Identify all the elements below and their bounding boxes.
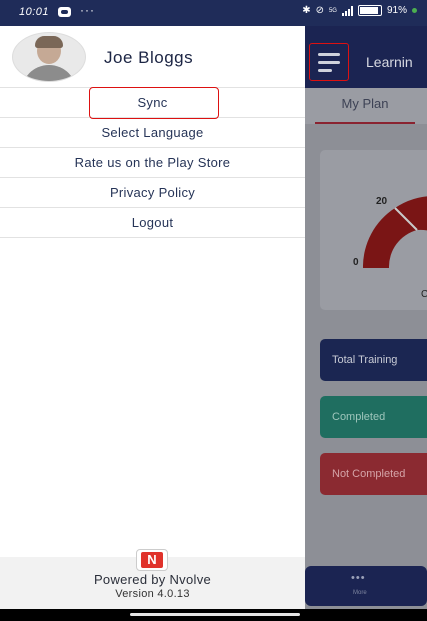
menu-item-select-language[interactable]: Select Language xyxy=(0,117,305,147)
tab-my-plan[interactable]: My Plan xyxy=(315,88,415,124)
bluetooth-icon: ✱ xyxy=(302,5,311,16)
system-nav-bar xyxy=(0,609,427,621)
status-time: 10:01 xyxy=(19,6,50,18)
avatar-hair xyxy=(35,36,63,48)
menu-item-rate-us[interactable]: Rate us on the Play Store xyxy=(0,147,305,177)
mute-icon: ⊘ xyxy=(315,5,324,16)
powered-by-text: Powered by Nvolve xyxy=(93,572,212,587)
battery-percent: 91% xyxy=(386,5,407,16)
tab-bar: My Plan xyxy=(305,88,427,124)
profile-header: Joe Bloggs xyxy=(0,26,305,88)
menu-item-logout[interactable]: Logout xyxy=(0,207,305,238)
home-gesture-bar[interactable] xyxy=(130,613,300,616)
total-training-card[interactable]: Total Training xyxy=(320,339,427,381)
more-dots-icon: ••• xyxy=(351,572,366,584)
menu-item-label: Privacy Policy xyxy=(109,185,196,200)
status-icons: ✱ ⊘ 5G 91% xyxy=(302,5,417,16)
gauge-label-20: 20 xyxy=(376,196,388,207)
chat-icon xyxy=(58,7,71,17)
avatar-icon xyxy=(12,32,86,82)
gauge-label-c: C xyxy=(421,289,427,300)
menu-item-sync[interactable]: Sync xyxy=(0,87,305,117)
user-name: Joe Bloggs xyxy=(104,48,194,67)
hamburger-menu-icon xyxy=(318,53,340,56)
menu-item-label: Select Language xyxy=(101,125,204,140)
status-more-dots: ··· xyxy=(80,3,95,17)
avatar-body xyxy=(21,65,77,81)
navigation-drawer: Joe Bloggs Sync Select Language Rate us … xyxy=(0,26,305,609)
network-label: 5G xyxy=(328,7,337,14)
hamburger-line xyxy=(318,61,340,64)
nvolve-logo-icon: N xyxy=(136,549,168,571)
hamburger-menu-button[interactable] xyxy=(309,43,349,81)
menu-item-label: Sync xyxy=(137,95,168,110)
version-text: Version 4.0.13 xyxy=(115,588,190,600)
app-title: Learnin xyxy=(366,54,413,70)
not-completed-card[interactable]: Not Completed xyxy=(320,453,427,495)
hamburger-line xyxy=(318,69,332,72)
app-header: Learnin xyxy=(305,26,427,88)
menu-item-label: Logout xyxy=(131,215,174,230)
drawer-menu: Sync Select Language Rate us on the Play… xyxy=(0,87,305,238)
menu-item-label: Rate us on the Play Store xyxy=(74,155,231,170)
gauge-label-0: 0 xyxy=(353,257,359,268)
charging-dot-icon xyxy=(412,8,417,13)
battery-icon xyxy=(357,5,382,16)
status-bar: 10:01 ··· ✱ ⊘ 5G 91% xyxy=(0,0,427,26)
completed-card[interactable]: Completed xyxy=(320,396,427,438)
progress-gauge xyxy=(363,196,427,268)
bottom-nav-more[interactable]: ••• More xyxy=(305,566,427,606)
menu-item-privacy-policy[interactable]: Privacy Policy xyxy=(0,177,305,207)
logo-letter: N xyxy=(141,552,163,568)
more-label: More xyxy=(353,590,367,596)
signal-icon xyxy=(341,5,353,16)
background-app: Learnin My Plan 20 0 C Total Training Co… xyxy=(305,26,427,621)
